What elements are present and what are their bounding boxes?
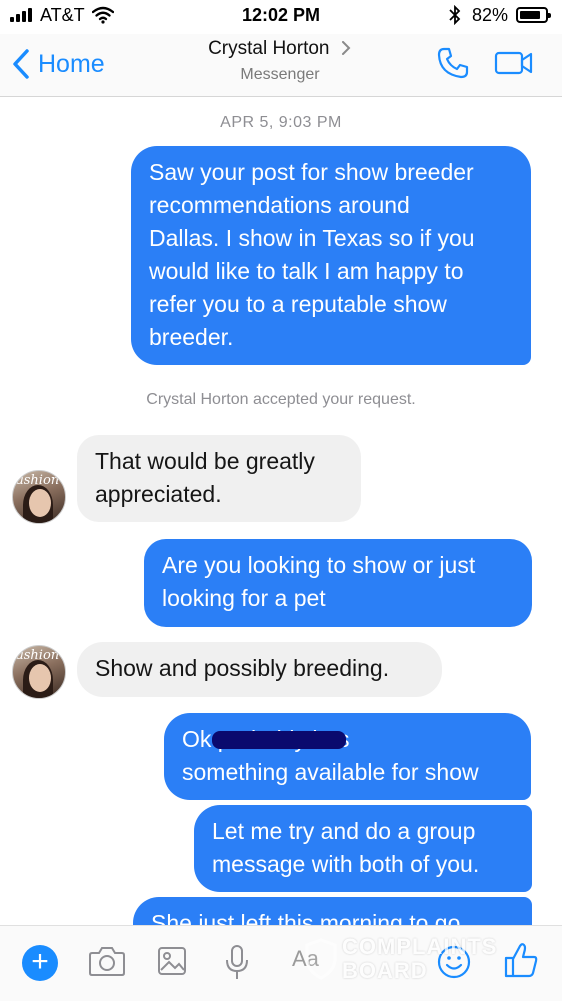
back-button[interactable]: Home xyxy=(10,44,105,84)
avatar-magazine-text: ashion xyxy=(16,473,60,488)
avatar-magazine-text: ashion xyxy=(16,648,60,663)
composer-bar: + Aa xyxy=(0,925,562,1001)
contact-avatar[interactable]: ashion xyxy=(12,645,66,699)
message-bubble-incoming[interactable]: That would be greatly appreciated. xyxy=(77,435,361,522)
message-bubble-outgoing[interactable]: Saw your post for show breeder recommend… xyxy=(131,146,531,365)
message-input[interactable]: Aa xyxy=(292,946,332,980)
photo-icon[interactable] xyxy=(157,944,187,978)
avatar-face xyxy=(29,664,51,692)
video-camera-icon[interactable] xyxy=(494,49,534,77)
bluetooth-icon xyxy=(449,5,461,25)
message-bubble-outgoing[interactable]: She just left this morning to go xyxy=(133,897,532,925)
back-label: Home xyxy=(38,49,105,78)
message-bubble-outgoing[interactable]: Are you looking to show or just looking … xyxy=(144,539,532,627)
battery-nub xyxy=(548,13,551,18)
phone-icon[interactable] xyxy=(436,46,470,80)
plus-icon[interactable]: + xyxy=(22,945,58,981)
message-bubble-outgoing[interactable]: Let me try and do a group message with b… xyxy=(194,805,532,892)
message-bubble-incoming[interactable]: Show and possibly breeding. xyxy=(77,642,442,697)
conversation-header: Home Crystal Horton Messenger xyxy=(0,34,562,97)
message-bubble-outgoing[interactable]: Ok probably has something available for … xyxy=(164,713,531,800)
avatar-face xyxy=(29,489,51,517)
message-timestamp: APR 5, 9:03 PM xyxy=(220,114,342,131)
contact-subtitle: Messenger xyxy=(240,66,320,83)
chevron-right-icon xyxy=(341,41,351,55)
message-thread[interactable]: APR 5, 9:03 PM Saw your post for show br… xyxy=(0,97,562,925)
battery-percent: 82% xyxy=(472,5,509,25)
contact-title[interactable]: Crystal Horton Messenger xyxy=(160,38,400,84)
redaction-mark xyxy=(212,731,346,749)
microphone-icon[interactable] xyxy=(224,944,250,982)
emoji-icon[interactable] xyxy=(436,944,472,980)
contact-avatar[interactable]: ashion xyxy=(12,470,66,524)
battery-fill xyxy=(520,11,540,19)
request-accepted-note: Crystal Horton accepted your request. xyxy=(146,391,416,408)
contact-name: Crystal Horton xyxy=(208,38,330,59)
status-bar: AT&T 12:02 PM 82% xyxy=(0,0,562,34)
thumbs-up-icon[interactable] xyxy=(502,940,540,980)
back-chevron-icon xyxy=(13,49,29,79)
battery-icon xyxy=(516,7,551,23)
camera-icon[interactable] xyxy=(88,944,126,978)
